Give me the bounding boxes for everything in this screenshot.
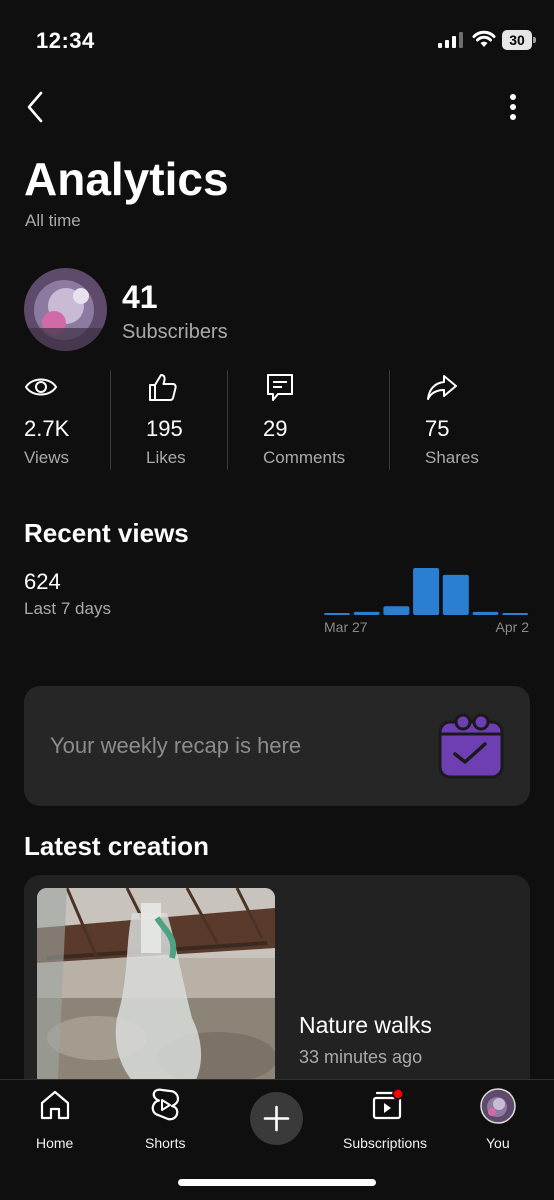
- stat-label: Likes: [146, 448, 186, 467]
- weekly-recap-text: Your weekly recap is here: [50, 733, 302, 758]
- chart-bar-mar-27: [324, 613, 350, 615]
- stat-label: Comments: [263, 448, 346, 467]
- chart-bar-mar-28: [353, 611, 380, 615]
- recent-views-period: Last 7 days: [24, 599, 111, 618]
- nav-label: Subscriptions: [343, 1135, 428, 1151]
- chart-bar-mar-30: [413, 568, 440, 615]
- subscriptions-icon: [372, 1088, 404, 1120]
- recent-views-value: 624: [24, 569, 61, 594]
- stat-value: 195: [146, 416, 183, 441]
- chart-bar-mar-29: [383, 606, 410, 615]
- page-title: Analytics: [24, 153, 229, 205]
- calendar-check-icon: [438, 713, 504, 779]
- latest-creation-title: Latest creation: [24, 831, 209, 861]
- comment-icon: [267, 374, 293, 401]
- chart-x-tick-end: Apr 2: [496, 619, 530, 635]
- stat-value: 75: [425, 416, 450, 441]
- chart-bar-mar-31: [442, 574, 469, 615]
- video-title[interactable]: Nature walks: [299, 1012, 432, 1039]
- weekly-recap-card[interactable]: Your weekly recap is here: [24, 686, 530, 806]
- divider: [110, 370, 111, 470]
- channel-avatar[interactable]: [24, 268, 107, 351]
- video-time: 33 minutes ago: [299, 1047, 423, 1067]
- nav-label: Shorts: [145, 1135, 186, 1151]
- stat-label: Views: [24, 448, 70, 467]
- status-time: 12:34: [36, 28, 95, 53]
- video-thumbnail[interactable]: [37, 888, 275, 1095]
- thumbs-up-icon: [149, 374, 177, 401]
- chart-bar-apr-1: [472, 611, 499, 615]
- nav-home[interactable]: Home: [30, 1088, 80, 1158]
- share-icon: [427, 375, 457, 400]
- home-icon: [40, 1090, 70, 1120]
- stat-label: Shares: [425, 448, 479, 467]
- subscriber-label: Subscribers: [122, 321, 228, 343]
- divider: [389, 370, 390, 470]
- battery-icon: 30: [502, 30, 536, 50]
- page-subtitle: All time: [25, 211, 81, 230]
- latest-creation-card[interactable]: Nature walks 33 minutes ago: [24, 875, 530, 1095]
- avatar-icon: [480, 1088, 516, 1124]
- status-bar: 12:34 30: [0, 0, 554, 80]
- cellular-signal-icon: [438, 32, 463, 48]
- notification-dot: [392, 1088, 404, 1100]
- more-options-icon[interactable]: [498, 90, 528, 124]
- wifi-icon: [472, 30, 496, 47]
- eye-icon: [24, 378, 58, 396]
- shorts-icon: [151, 1088, 180, 1121]
- recent-views-chart[interactable]: Mar 27 Apr 2: [322, 560, 532, 640]
- battery-level: 30: [502, 30, 532, 50]
- divider: [227, 370, 228, 470]
- stat-value: 29: [263, 416, 288, 441]
- subscriber-count: 41: [122, 279, 158, 315]
- home-indicator: [178, 1179, 376, 1186]
- nav-shorts[interactable]: Shorts: [140, 1088, 192, 1158]
- chart-x-tick-start: Mar 27: [324, 619, 368, 635]
- chart-bar-apr-2: [502, 613, 529, 615]
- nav-label: You: [486, 1135, 510, 1151]
- nav-label: Home: [36, 1135, 74, 1151]
- recent-views-title: Recent views: [24, 518, 189, 548]
- create-button[interactable]: [250, 1092, 303, 1145]
- plus-icon: [263, 1105, 290, 1132]
- nav-subscriptions[interactable]: Subscriptions: [340, 1088, 436, 1158]
- nav-you[interactable]: You: [478, 1088, 518, 1158]
- stat-value: 2.7K: [24, 416, 70, 441]
- back-arrow-icon[interactable]: [22, 88, 52, 126]
